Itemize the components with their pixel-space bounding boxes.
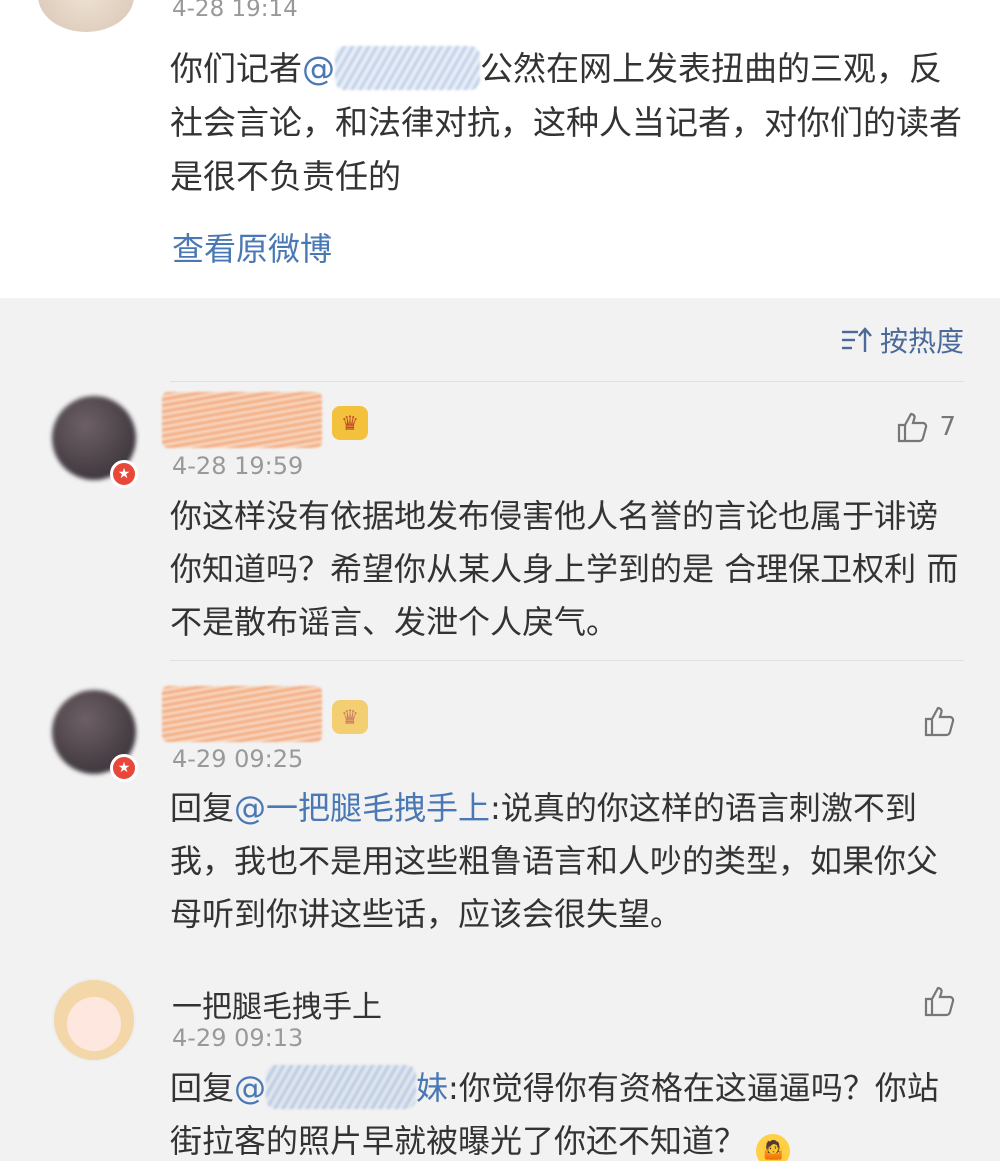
crown-icon: ♛ <box>332 700 368 734</box>
thumbs-up-icon <box>924 706 955 737</box>
like-button[interactable]: 7 <box>895 410 956 444</box>
verified-badge-icon: ★ <box>110 460 138 488</box>
post-time: 4-28 19:14 <box>172 0 298 22</box>
post-mention[interactable]: @ <box>302 46 480 90</box>
like-button[interactable] <box>922 704 956 738</box>
comment-text: 回复@一把腿毛拽手上:说真的你这样的语言刺激不到我，我也不是用这些粗鲁语言和人吵… <box>170 782 960 941</box>
crown-icon: ♛ <box>332 406 368 440</box>
sort-by-hot-button[interactable]: 按热度 <box>840 320 964 360</box>
thumbs-up-icon <box>898 412 928 443</box>
view-original-link[interactable]: 查看原微博 <box>172 224 332 270</box>
shrug-emoji-icon: 🤷 <box>756 1134 791 1161</box>
redacted-username[interactable] <box>162 686 322 742</box>
comment-time: 4-29 09:25 <box>172 745 304 773</box>
comment-text: 你这样没有依据地发布侵害他人名誉的言论也属于诽谤你知道吗？希望你从某人身上学到的… <box>170 497 959 641</box>
like-count: 7 <box>939 412 956 442</box>
redacted-username <box>266 1065 417 1109</box>
comment-time: 4-28 19:59 <box>172 452 304 480</box>
divider <box>170 660 964 661</box>
comment-time: 4-29 09:13 <box>172 1024 304 1052</box>
thumbs-up-icon <box>924 986 955 1017</box>
comment-username[interactable]: 一把腿毛拽手上 <box>172 982 382 1026</box>
divider <box>170 381 964 382</box>
reply-prefix: 回复 <box>170 789 235 827</box>
post-text-prefix: 你们记者 <box>170 49 302 88</box>
avatar[interactable] <box>52 978 136 1062</box>
comment-text: 回复@ 妹:你觉得你有资格在这逼逼吗？你站街拉客的照片早就被曝光了你还不知道？ 🤷 <box>170 1062 960 1161</box>
post-text: 你们记者@ 公然在网上发表扭曲的三观，反社会言论，和法律对抗，这种人当记者，对你们… <box>170 42 970 204</box>
redacted-username <box>335 46 480 90</box>
verified-badge-icon: ★ <box>110 754 138 782</box>
reply-mention[interactable]: @一把腿毛拽手上 <box>234 789 490 827</box>
post-avatar[interactable] <box>38 0 134 32</box>
post-card: 4-28 19:14 你们记者@ 公然在网上发表扭曲的三观，反社会言论，和法律对抗… <box>0 0 1000 298</box>
reply-prefix: 回复 <box>170 1069 235 1107</box>
like-button[interactable] <box>922 984 956 1018</box>
reply-mention[interactable]: @ 妹 <box>234 1065 448 1109</box>
sort-icon <box>840 326 872 354</box>
sort-label: 按热度 <box>879 325 964 358</box>
redacted-username[interactable] <box>162 392 322 448</box>
